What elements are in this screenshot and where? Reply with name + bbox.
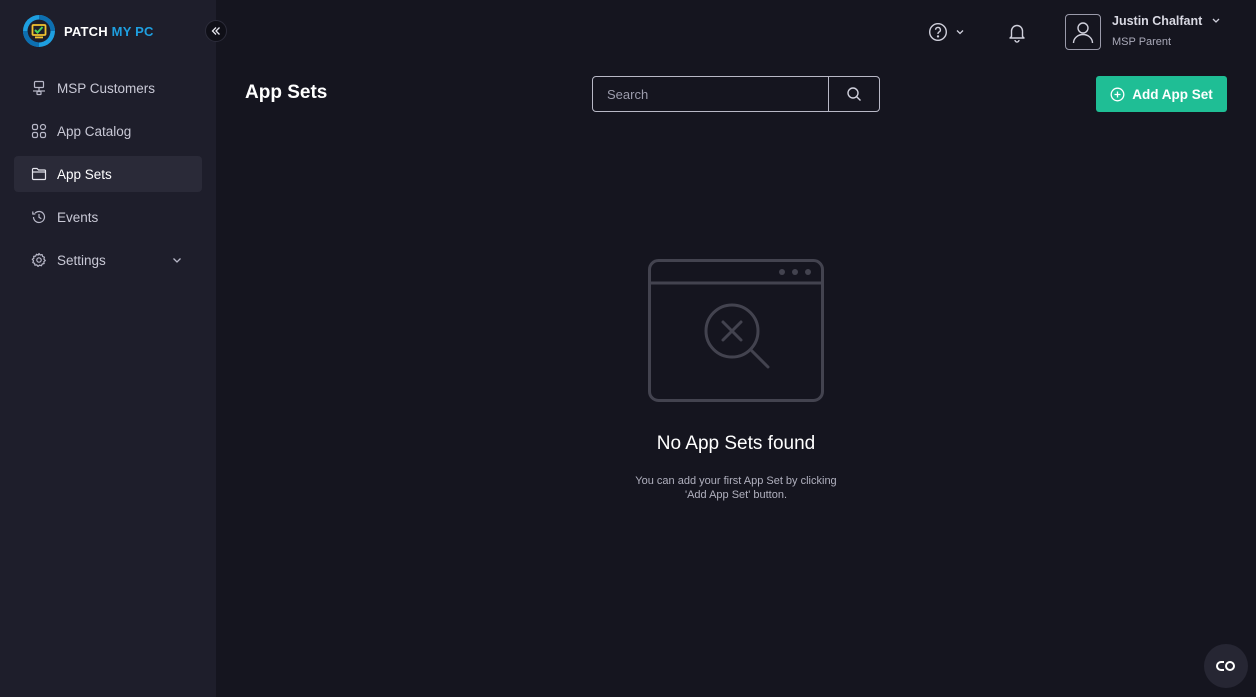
search-icon <box>847 87 861 101</box>
brand-word-patch: PATCH <box>64 23 108 39</box>
brand-wordmark: PATCH MY PC <box>64 24 154 39</box>
sidebar-item-msp-customers[interactable]: MSP Customers <box>14 70 202 106</box>
search-button[interactable] <box>828 77 879 111</box>
sidebar-item-events[interactable]: Events <box>14 199 202 235</box>
bell-icon <box>1009 24 1025 43</box>
user-menu[interactable]: Justin Chalfant MSP Parent <box>1065 14 1222 50</box>
help-menu-button[interactable] <box>928 22 966 42</box>
user-name: Justin Chalfant <box>1112 14 1203 28</box>
add-app-set-button[interactable]: Add App Set <box>1096 76 1227 112</box>
chevron-down-icon <box>1212 18 1220 23</box>
sidebar-collapse-button[interactable] <box>205 20 227 42</box>
search-box <box>592 76 880 112</box>
user-info: Justin Chalfant MSP Parent <box>1112 14 1222 50</box>
empty-state-illustration <box>648 259 824 407</box>
user-icon <box>1072 22 1094 44</box>
chat-link-icon <box>1216 661 1235 671</box>
add-app-set-label: Add App Set <box>1132 86 1213 102</box>
help-circle-icon <box>928 22 948 42</box>
notifications-button[interactable] <box>1006 21 1028 48</box>
sidebar-item-label: MSP Customers <box>57 80 156 96</box>
network-icon <box>31 80 47 96</box>
grid-icon <box>31 123 47 139</box>
gear-icon <box>31 252 47 268</box>
empty-state-description: You can add your first App Set by clicki… <box>635 475 837 501</box>
brand-logo[interactable]: PATCH MY PC <box>22 14 154 48</box>
page-title: App Sets <box>245 82 328 103</box>
sidebar-item-label: Settings <box>57 252 106 268</box>
empty-state-title: No App Sets found <box>656 433 816 454</box>
sidebar: PATCH MY PC MSP Customers App Catalog Ap… <box>0 0 216 697</box>
sidebar-item-settings[interactable]: Settings <box>14 242 202 278</box>
double-chevron-left-icon <box>211 27 220 35</box>
search-input[interactable] <box>593 77 828 111</box>
folder-icon <box>31 166 47 182</box>
chevron-down-icon <box>956 30 964 35</box>
avatar <box>1065 14 1101 50</box>
support-chat-button[interactable] <box>1204 644 1248 688</box>
chevron-down-icon <box>170 253 184 267</box>
sidebar-item-app-sets[interactable]: App Sets <box>14 156 202 192</box>
browser-search-x-icon <box>648 259 824 402</box>
sidebar-item-label: App Catalog <box>57 123 132 139</box>
brand-word-mypc: MY PC <box>111 23 154 39</box>
app-root: PATCH MY PC MSP Customers App Catalog Ap… <box>0 0 1256 697</box>
user-name-row: Justin Chalfant <box>1112 14 1222 28</box>
sidebar-item-label: Events <box>57 209 99 225</box>
patchmypc-logo-icon <box>23 15 55 47</box>
history-icon <box>31 209 47 225</box>
plus-circle-icon <box>1110 87 1125 101</box>
user-role: MSP Parent <box>1112 36 1172 48</box>
sidebar-item-app-catalog[interactable]: App Catalog <box>14 113 202 149</box>
sidebar-nav: MSP Customers App Catalog App Sets Event… <box>14 70 202 285</box>
sidebar-item-label: App Sets <box>57 166 112 182</box>
